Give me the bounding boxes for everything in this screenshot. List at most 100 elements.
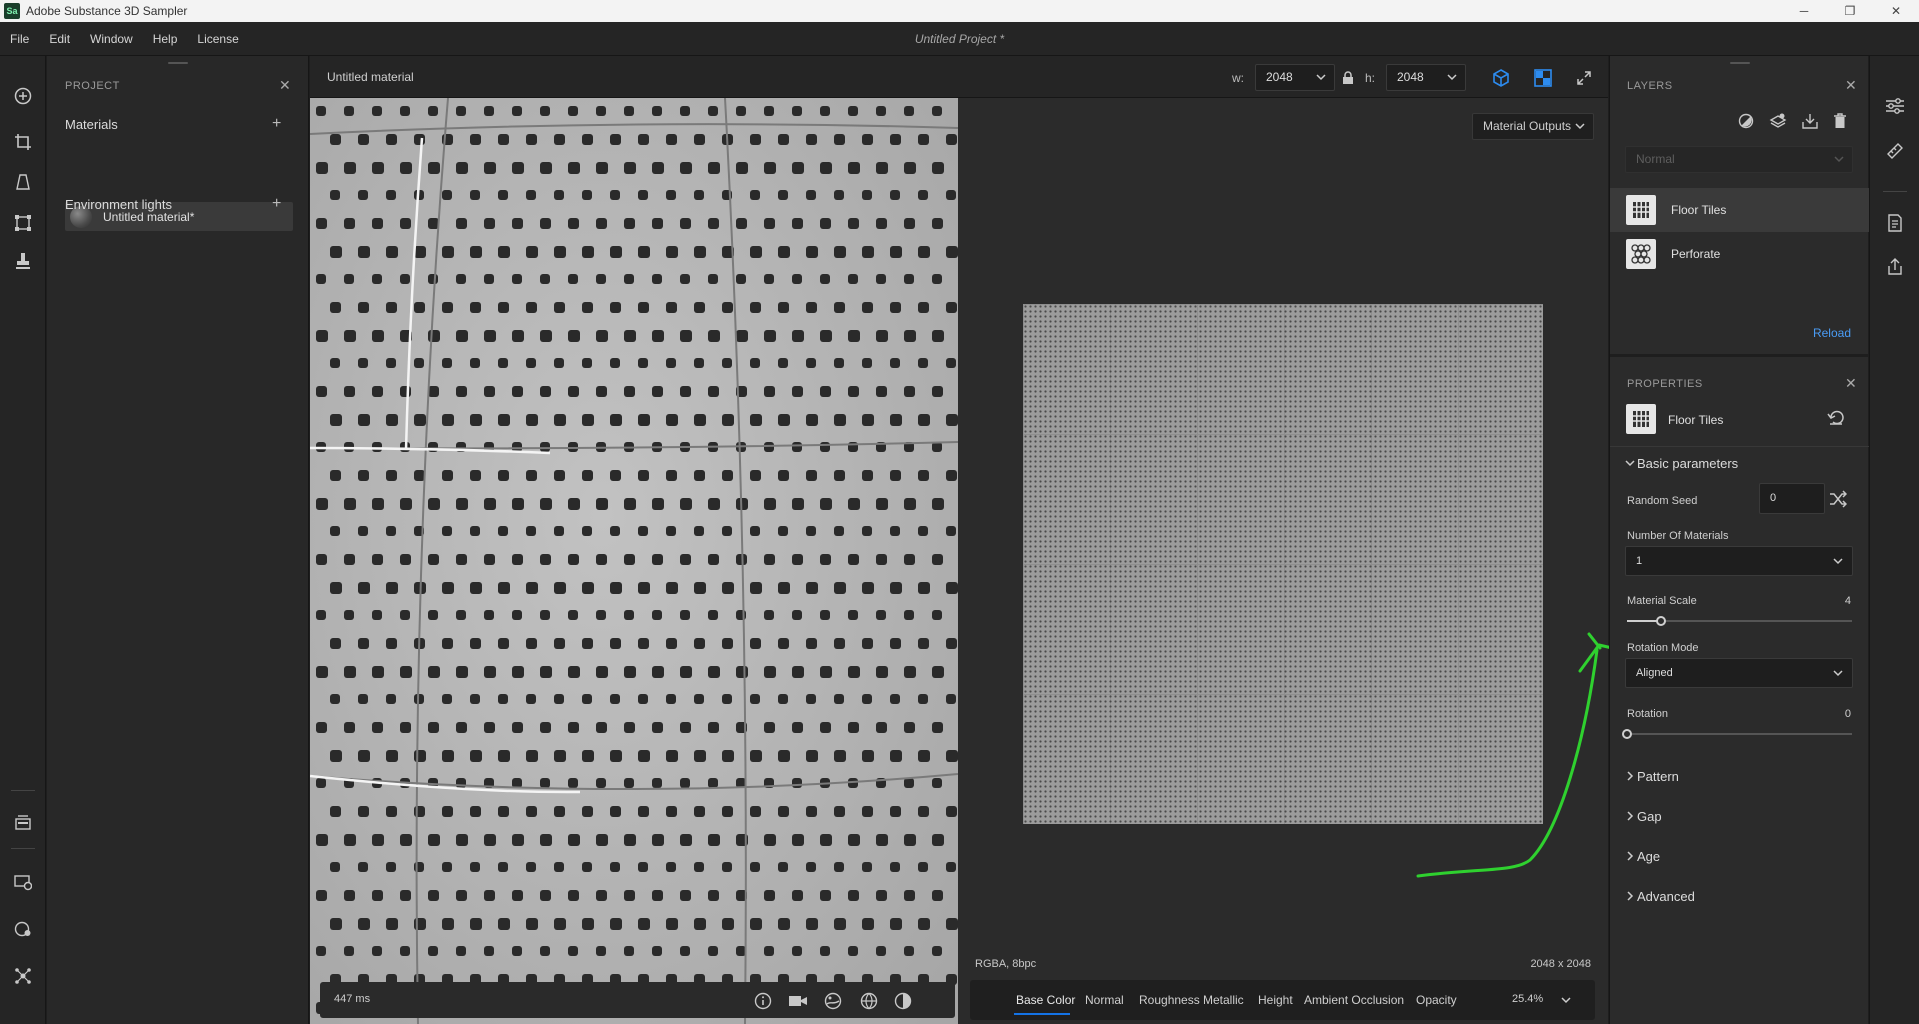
render-icon[interactable] (9, 868, 37, 896)
chevron-down-icon[interactable] (1560, 989, 1572, 1014)
lock-icon[interactable] (1340, 65, 1356, 91)
rotation-label: Rotation (1627, 708, 1668, 720)
group-advanced[interactable]: Advanced (1625, 889, 1695, 904)
num-materials-label: Number Of Materials (1627, 530, 1729, 542)
camera-icon[interactable] (787, 990, 809, 1012)
perforate-layer-icon (1626, 239, 1656, 269)
menu-help[interactable]: Help (143, 22, 188, 56)
channel-metallic[interactable]: Metallic (1203, 993, 1244, 1007)
window-controls: ─ ❐ ✕ (1781, 0, 1919, 22)
reload-link[interactable]: Reload (1813, 326, 1851, 340)
2d-view-icon[interactable] (1530, 65, 1556, 91)
num-materials-select[interactable]: 1 (1625, 546, 1853, 576)
slider-knob[interactable] (1655, 616, 1666, 626)
trash-icon[interactable] (1829, 110, 1851, 132)
layers-close-button[interactable]: ✕ (1845, 77, 1857, 94)
rotation-mode-label: Rotation Mode (1627, 642, 1699, 654)
channel-bar: Base Color Normal Roughness Metallic Hei… (970, 980, 1595, 1020)
layer-name: Perforate (1671, 247, 1721, 261)
channel-opacity[interactable]: Opacity (1416, 993, 1457, 1007)
perspective-icon[interactable] (9, 168, 37, 196)
add-environment-light-button[interactable]: + (272, 195, 281, 213)
random-seed-input[interactable]: 0 (1759, 483, 1825, 514)
channel-height[interactable]: Height (1258, 993, 1293, 1007)
minimize-button[interactable]: ─ (1781, 0, 1827, 22)
channel-normal[interactable]: Normal (1085, 993, 1124, 1007)
close-window-button[interactable]: ✕ (1873, 0, 1919, 22)
material-preview-icon[interactable] (892, 990, 914, 1012)
3d-viewport[interactable]: 447 ms (310, 98, 958, 1024)
properties-close-button[interactable]: ✕ (1845, 375, 1857, 392)
layer-row-perforate[interactable]: Perforate (1610, 232, 1869, 276)
group-age[interactable]: Age (1625, 849, 1660, 864)
rotation-mode-select[interactable]: Aligned (1625, 658, 1853, 688)
display-settings-icon[interactable] (858, 990, 880, 1012)
material-outputs-label: Material Outputs (1483, 119, 1572, 133)
channel-base-color[interactable]: Base Color (1016, 993, 1075, 1007)
num-materials-value: 1 (1636, 555, 1643, 567)
chevron-right-icon (1625, 891, 1637, 904)
group-label: Basic parameters (1637, 456, 1739, 471)
environment-icon[interactable] (822, 990, 844, 1012)
blend-mode-select: Normal (1625, 146, 1853, 173)
add-layer-icon[interactable] (1767, 110, 1789, 132)
mask-icon[interactable] (1735, 110, 1757, 132)
channel-ambient-occlusion[interactable]: Ambient Occlusion (1304, 993, 1404, 1007)
expand-icon[interactable] (1571, 65, 1597, 91)
layer-name: Floor Tiles (1671, 203, 1727, 217)
project-close-button[interactable]: ✕ (279, 77, 291, 94)
group-label: Advanced (1637, 889, 1695, 904)
floor-tiles-layer-icon (1626, 404, 1656, 434)
menu-edit[interactable]: Edit (39, 22, 80, 56)
info-icon[interactable] (752, 990, 774, 1012)
add-material-button[interactable]: + (272, 115, 281, 133)
properties-layer-name: Floor Tiles (1668, 413, 1724, 427)
toolbar-separator (11, 790, 35, 791)
panel-grip[interactable] (168, 62, 188, 64)
add-circle-icon[interactable] (9, 82, 37, 110)
group-label: Pattern (1637, 769, 1679, 784)
group-pattern[interactable]: Pattern (1625, 769, 1679, 784)
zoom-level[interactable]: 25.4% (1512, 993, 1543, 1005)
chevron-down-icon (1625, 458, 1637, 471)
asset-library-icon[interactable] (9, 809, 37, 837)
3d-view-icon[interactable] (1488, 65, 1514, 91)
width-select[interactable]: 2048 (1255, 64, 1335, 91)
group-basic-parameters[interactable]: Basic parameters (1625, 456, 1738, 471)
title-bar: Sa Adobe Substance 3D Sampler ─ ❐ ✕ (0, 0, 1919, 22)
menu-window[interactable]: Window (80, 22, 143, 56)
transform-icon[interactable] (9, 209, 37, 237)
menu-license[interactable]: License (187, 22, 248, 56)
import-icon[interactable] (1799, 110, 1821, 132)
rotation-slider[interactable] (1622, 729, 1852, 739)
crop-icon[interactable] (9, 128, 37, 156)
layer-row-floor-tiles[interactable]: Floor Tiles (1610, 188, 1869, 232)
panel-grip[interactable] (1730, 62, 1750, 64)
material-scale-label: Material Scale (1627, 595, 1697, 607)
menu-bar: Untitled Project * File Edit Window Help… (0, 22, 1919, 56)
render-time: 447 ms (334, 993, 371, 1005)
export-settings-icon[interactable] (1881, 209, 1909, 237)
channel-roughness[interactable]: Roughness (1139, 993, 1200, 1007)
slider-knob[interactable] (1622, 729, 1632, 739)
height-select[interactable]: 2048 (1386, 64, 1466, 91)
measure-icon[interactable] (1881, 137, 1909, 165)
network-icon[interactable] (9, 962, 37, 990)
material-scale-slider[interactable] (1627, 616, 1852, 626)
right-panel: LAYERS ✕ Normal Floor Tiles Perforate Re… (1609, 56, 1869, 1024)
stamp-icon[interactable] (9, 247, 37, 275)
shuffle-icon[interactable] (1829, 490, 1848, 511)
adjustments-icon[interactable] (1881, 92, 1909, 120)
right-toolbar (1869, 56, 1919, 1024)
restore-button[interactable]: ❐ (1827, 0, 1873, 22)
group-gap[interactable]: Gap (1625, 809, 1662, 824)
app-logo: Sa (4, 3, 20, 19)
menu-file[interactable]: File (0, 22, 39, 56)
material-ball-icon[interactable] (9, 915, 37, 943)
share-icon[interactable] (1881, 253, 1909, 281)
properties-panel-title: PROPERTIES (1627, 378, 1703, 390)
reset-icon[interactable] (1827, 410, 1845, 429)
chevron-right-icon (1625, 811, 1637, 824)
chevron-down-icon (1833, 547, 1843, 586)
material-outputs-dropdown[interactable]: Material Outputs (1472, 113, 1594, 140)
